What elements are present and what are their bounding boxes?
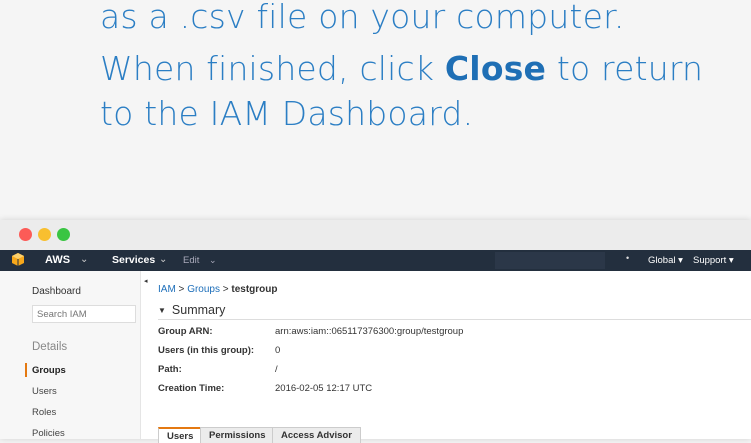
chevron-down-icon[interactable]: ⌄ <box>80 254 88 265</box>
creation-time-value: 2016-02-05 12:17 UTC <box>275 383 373 394</box>
summary-toggle[interactable]: ▼ Summary <box>158 303 225 317</box>
triangle-down-icon: ▼ <box>158 306 166 315</box>
sidebar-item-groups[interactable]: Groups <box>32 365 66 376</box>
group-arn-label: Group ARN: <box>158 326 213 337</box>
tab-users[interactable]: Users <box>158 427 203 443</box>
creation-time-label: Creation Time: <box>158 383 225 394</box>
instruction-line-2: When finished, click Close to return <box>100 46 703 91</box>
chevron-down-icon[interactable]: ⌄ <box>159 254 167 265</box>
breadcrumb-current: testgroup <box>231 284 278 295</box>
minimize-window-icon[interactable] <box>38 228 51 241</box>
divider <box>158 319 751 320</box>
users-count-label: Users (in this group): <box>158 345 255 356</box>
active-indicator <box>25 363 27 377</box>
group-arn-value: arn:aws:iam::065117376300:group/testgrou… <box>275 326 464 337</box>
instruction-line-2-pre: When finished, click <box>100 49 445 88</box>
sidebar-item-users[interactable]: Users <box>32 386 57 397</box>
edit-menu[interactable]: Edit <box>183 255 199 266</box>
region-menu[interactable]: Global ▾ <box>648 255 683 266</box>
sidebar-item-dashboard[interactable]: Dashboard <box>32 286 81 297</box>
search-input[interactable] <box>32 305 136 323</box>
path-label: Path: <box>158 364 182 375</box>
sidebar-item-roles[interactable]: Roles <box>32 407 56 418</box>
aws-cube-icon[interactable] <box>12 253 24 266</box>
instruction-line-3: to the IAM Dashboard. <box>100 94 474 133</box>
tab-access-advisor[interactable]: Access Advisor <box>272 427 361 443</box>
services-menu[interactable]: Services <box>112 254 155 266</box>
chevron-down-icon[interactable]: ⌄ <box>209 255 217 266</box>
instruction-close-word: Close <box>444 49 547 88</box>
sidebar: Dashboard Details Groups Users Roles Pol… <box>0 271 141 439</box>
breadcrumb-separator: > <box>175 284 188 295</box>
instruction-line-1: as a .csv file on your computer. <box>100 0 625 36</box>
aws-navbar: AWS ⌄ Services ⌄ Edit ⌄ • Global ▾ Suppo… <box>0 250 751 271</box>
breadcrumb-groups[interactable]: Groups <box>187 284 220 295</box>
support-menu[interactable]: Support ▾ <box>693 255 734 266</box>
sidebar-item-policies[interactable]: Policies <box>32 428 65 439</box>
breadcrumb-separator: > <box>219 284 232 295</box>
path-value: / <box>275 364 278 375</box>
users-count-value: 0 <box>275 345 281 356</box>
breadcrumb-iam[interactable]: IAM <box>158 284 176 295</box>
aws-menu[interactable]: AWS <box>45 254 70 266</box>
browser-window: AWS ⌄ Services ⌄ Edit ⌄ • Global ▾ Suppo… <box>0 220 751 443</box>
bell-icon[interactable]: • <box>626 253 629 263</box>
instruction-line-2-post: to return <box>546 49 704 88</box>
maximize-window-icon[interactable] <box>57 228 70 241</box>
main-content: IAM > Groups > testgroup ▼ Summary Group … <box>158 271 751 443</box>
close-window-icon[interactable] <box>19 228 32 241</box>
summary-title: Summary <box>171 303 226 317</box>
sidebar-section-details: Details <box>32 341 68 353</box>
collapse-sidebar-icon[interactable]: ◂ <box>144 277 148 285</box>
account-area[interactable] <box>495 252 605 269</box>
window-titlebar <box>0 220 751 250</box>
tab-permissions[interactable]: Permissions <box>200 427 275 443</box>
breadcrumb: IAM > Groups > testgroup <box>158 284 278 295</box>
